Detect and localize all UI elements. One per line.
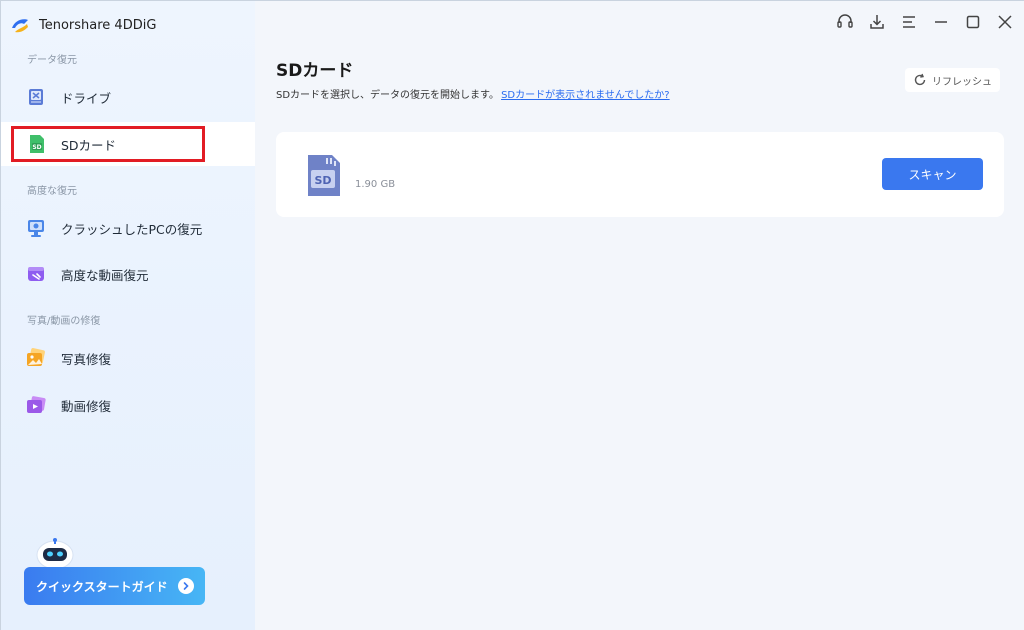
sidebar-item-sd-card[interactable]: SD SDカード xyxy=(1,122,256,166)
close-icon[interactable] xyxy=(996,13,1014,31)
section-label-advanced-recovery: 高度な復元 xyxy=(27,186,77,197)
sidebar-item-label: クラッシュしたPCの復元 xyxy=(61,221,203,237)
sidebar-item-advanced-video[interactable]: 高度な動画復元 xyxy=(1,252,256,296)
main-panel: SDカード SDカードを選択し、データの復元を開始します。 SDカードが表示されま… xyxy=(255,0,1024,630)
scan-button[interactable]: スキャン xyxy=(882,158,983,190)
refresh-button[interactable]: リフレッシュ xyxy=(905,68,1000,92)
refresh-label: リフレッシュ xyxy=(932,76,992,88)
page-subtitle: SDカードを選択し、データの復元を開始します。 SDカードが表示されませんでしたか… xyxy=(276,86,670,101)
video-repair-icon xyxy=(27,396,46,413)
sd-card-device-icon: SD xyxy=(308,155,340,196)
sidebar-item-label: ドライブ xyxy=(61,90,112,106)
sidebar: Tenorshare 4DDiG データ復元 ドライブ SD SDカード 高度な… xyxy=(0,0,256,630)
headset-support-icon[interactable] xyxy=(836,13,854,31)
download-icon[interactable] xyxy=(868,13,886,31)
sd-card-size: 1.90 GB xyxy=(355,179,396,190)
video-recovery-icon xyxy=(28,267,44,281)
minimize-icon[interactable] xyxy=(932,13,950,31)
sidebar-item-label: 動画修復 xyxy=(61,398,112,414)
svg-text:SD: SD xyxy=(314,174,331,187)
page-title: SDカード xyxy=(276,61,354,81)
guide-button-label: クイックスタートガイド xyxy=(36,579,168,594)
drive-icon xyxy=(29,89,43,105)
quick-start-guide-button[interactable]: クイックスタートガイド xyxy=(24,567,205,605)
sidebar-item-label: 写真修復 xyxy=(61,351,112,367)
sd-card-icon: SD xyxy=(30,135,44,153)
crashed-pc-icon xyxy=(28,220,44,237)
sd-card-help-link[interactable]: SDカードが表示されませんでしたか? xyxy=(501,90,670,101)
maximize-icon[interactable] xyxy=(964,13,982,31)
menu-icon[interactable] xyxy=(900,13,918,31)
sidebar-item-label: 高度な動画復元 xyxy=(61,267,149,283)
svg-text:SD: SD xyxy=(32,144,41,151)
sidebar-item-video-repair[interactable]: 動画修復 xyxy=(1,383,256,427)
photo-repair-icon xyxy=(27,348,45,366)
section-label-repair: 写真/動画の修復 xyxy=(27,316,101,327)
subtitle-text: SDカードを選択し、データの復元を開始します。 xyxy=(276,90,500,101)
sd-card-device-card[interactable]: SD 1.90 GB スキャン xyxy=(276,132,1004,217)
chevron-right-icon xyxy=(177,578,194,594)
section-label-data-recovery: データ復元 xyxy=(27,55,77,66)
window-controls xyxy=(836,13,1014,31)
sidebar-item-photo-repair[interactable]: 写真修復 xyxy=(1,336,256,380)
sidebar-item-drive[interactable]: ドライブ xyxy=(1,75,256,119)
app-logo-icon xyxy=(12,19,28,33)
sidebar-item-crashed-pc[interactable]: クラッシュしたPCの復元 xyxy=(1,206,256,250)
brand: Tenorshare 4DDiG xyxy=(9,13,156,37)
sidebar-item-label: SDカード xyxy=(61,137,117,153)
refresh-icon xyxy=(914,73,926,86)
app-name: Tenorshare 4DDiG xyxy=(39,17,157,33)
